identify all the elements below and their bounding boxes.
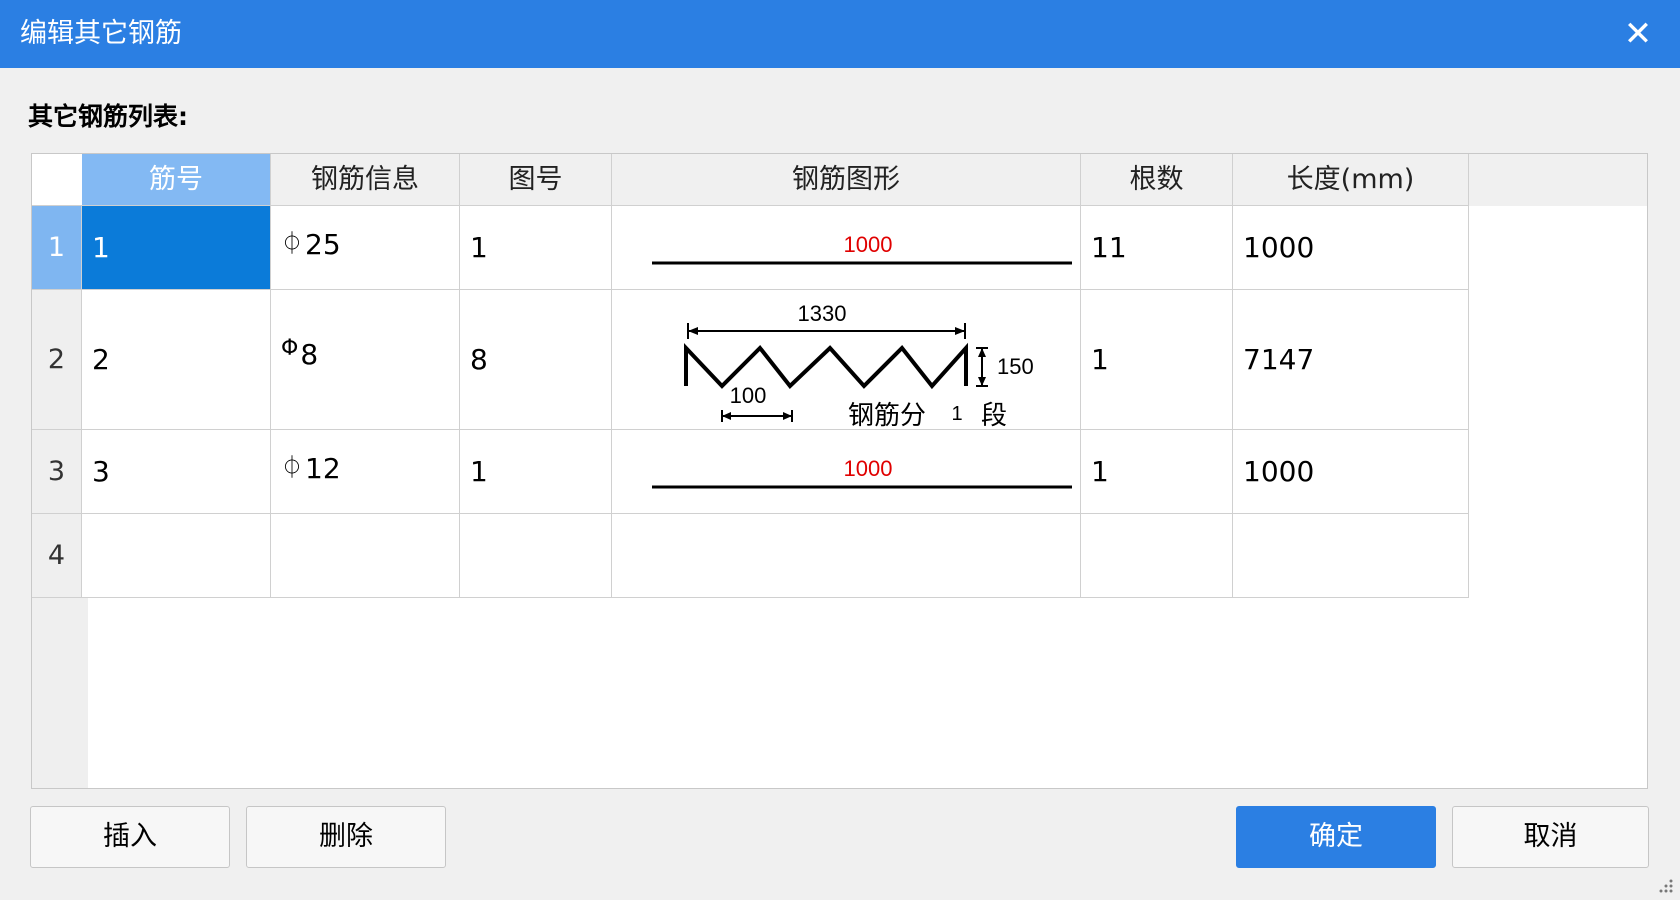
rebar-grade-icon: ⏀ [281,456,304,481]
cell-figure-no[interactable]: 1 [460,206,612,290]
cell-bar-no[interactable]: 3 [82,430,271,514]
top-dimension-label: 1330 [798,301,847,326]
segments-prefix: 钢筋分 [848,400,926,430]
ok-button[interactable]: 确定 [1236,806,1436,868]
row-header-1[interactable]: 1 [32,206,82,290]
column-header-rebar-shape[interactable]: 钢筋图形 [612,154,1081,206]
cell-bar-no[interactable] [82,514,271,598]
column-header-length[interactable]: 长度(mm) [1233,154,1469,206]
bar-length-label: 1000 [844,232,893,257]
bar-length-label: 1000 [844,456,893,481]
cell-rebar-shape[interactable]: 1330 150 100 钢筋分 1 段 [612,290,1081,430]
rebar-diameter: 25 [305,228,341,261]
pitch-dimension-arrow-left [722,411,731,420]
resize-grip-icon[interactable] [1658,878,1674,894]
rebar-list-label: 其它钢筋列表: [28,102,188,131]
cell-figure-no[interactable] [460,514,612,598]
cell-rebar-info[interactable] [271,514,460,598]
cell-count[interactable]: 11 [1081,206,1233,290]
cell-count[interactable]: 1 [1081,430,1233,514]
row-header-2[interactable]: 2 [32,290,82,430]
rebar-grade-icon: ⏀ [281,232,304,257]
cell-length[interactable] [1233,514,1469,598]
select-all-corner[interactable] [32,154,88,206]
cell-figure-no[interactable]: 1 [460,430,612,514]
window-title: 编辑其它钢筋 [20,18,182,49]
top-dimension-arrow-right [955,326,965,335]
cell-figure-no[interactable]: 8 [460,290,612,430]
cell-length[interactable]: 1000 [1233,206,1469,290]
zigzag-bar-figure: 1330 150 100 钢筋分 1 段 [684,301,1034,430]
cell-count[interactable] [1081,514,1233,598]
cell-rebar-shape[interactable]: 1000 [612,430,1081,514]
straight-bar-figure: 1000 [652,456,1072,488]
cell-bar-no[interactable]: 1 [82,206,271,290]
straight-bar-figure: 1000 [652,232,1072,264]
edit-other-rebar-dialog: 编辑其它钢筋 ✕ 其它钢筋列表: 筋号 钢筋信息 图号 钢筋图形 根数 长度(m… [0,0,1680,900]
segments-value: 1 [951,403,962,425]
column-header-rebar-info[interactable]: 钢筋信息 [271,154,460,206]
cell-rebar-info[interactable]: Φ8 [271,290,460,430]
rebar-grade-icon: Φ [281,336,299,361]
column-header-bar-no[interactable]: 筋号 [82,154,271,206]
segments-suffix: 段 [981,400,1007,430]
rebar-diameter: 12 [305,452,341,485]
cell-length[interactable]: 1000 [1233,430,1469,514]
cell-count[interactable]: 1 [1081,290,1233,430]
row-header-4[interactable]: 4 [32,514,82,598]
cell-rebar-shape[interactable]: 1000 [612,206,1081,290]
side-dimension-arrow-top [978,347,986,357]
cell-length[interactable]: 7147 [1233,290,1469,430]
column-header-figure-no[interactable]: 图号 [460,154,612,206]
cell-rebar-info[interactable]: ⏀ 12 [271,430,460,514]
zigzag-line [684,342,968,389]
column-header-count[interactable]: 根数 [1081,154,1233,206]
delete-button[interactable]: 删除 [246,806,446,868]
cell-rebar-info[interactable]: ⏀ 25 [271,206,460,290]
title-bar[interactable]: 编辑其它钢筋 ✕ [0,0,1680,68]
rebar-table[interactable]: 筋号 钢筋信息 图号 钢筋图形 根数 长度(mm) 1 1 ⏀ 25 1 1000… [31,153,1648,789]
side-dimension-label: 150 [997,354,1034,379]
pitch-dimension-label: 100 [730,383,767,408]
side-dimension-arrow-bottom [978,376,986,386]
insert-button[interactable]: 插入 [30,806,230,868]
row-header-3[interactable]: 3 [32,430,82,514]
cell-bar-no[interactable]: 2 [82,290,271,430]
cell-rebar-shape[interactable] [612,514,1081,598]
rebar-diameter: 8 [300,338,319,371]
close-icon[interactable]: ✕ [1618,14,1658,54]
top-dimension-arrow-left [688,326,698,335]
pitch-dimension-arrow-right [783,411,792,420]
cancel-button[interactable]: 取消 [1452,806,1649,868]
